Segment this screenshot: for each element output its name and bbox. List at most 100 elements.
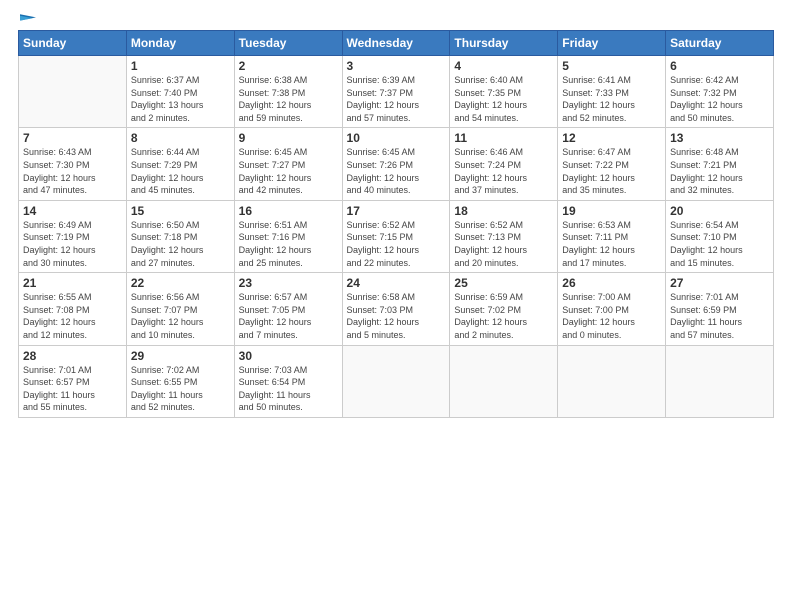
page: SundayMondayTuesdayWednesdayThursdayFrid… <box>0 0 792 612</box>
day-number: 25 <box>454 276 553 290</box>
calendar-cell: 6Sunrise: 6:42 AMSunset: 7:32 PMDaylight… <box>666 56 774 128</box>
calendar-cell <box>342 345 450 417</box>
calendar-table: SundayMondayTuesdayWednesdayThursdayFrid… <box>18 30 774 418</box>
day-info: Sunrise: 7:01 AMSunset: 6:57 PMDaylight:… <box>23 364 122 414</box>
day-number: 22 <box>131 276 230 290</box>
calendar-header-sunday: Sunday <box>19 31 127 56</box>
day-number: 12 <box>562 131 661 145</box>
day-info: Sunrise: 7:00 AMSunset: 7:00 PMDaylight:… <box>562 291 661 341</box>
day-info: Sunrise: 6:47 AMSunset: 7:22 PMDaylight:… <box>562 146 661 196</box>
day-info: Sunrise: 6:46 AMSunset: 7:24 PMDaylight:… <box>454 146 553 196</box>
day-number: 23 <box>239 276 338 290</box>
day-info: Sunrise: 6:45 AMSunset: 7:27 PMDaylight:… <box>239 146 338 196</box>
calendar-cell: 20Sunrise: 6:54 AMSunset: 7:10 PMDayligh… <box>666 200 774 272</box>
day-number: 6 <box>670 59 769 73</box>
calendar-cell: 12Sunrise: 6:47 AMSunset: 7:22 PMDayligh… <box>558 128 666 200</box>
day-number: 28 <box>23 349 122 363</box>
calendar-week-row: 7Sunrise: 6:43 AMSunset: 7:30 PMDaylight… <box>19 128 774 200</box>
calendar-cell: 15Sunrise: 6:50 AMSunset: 7:18 PMDayligh… <box>126 200 234 272</box>
day-number: 2 <box>239 59 338 73</box>
day-info: Sunrise: 6:50 AMSunset: 7:18 PMDaylight:… <box>131 219 230 269</box>
day-info: Sunrise: 6:38 AMSunset: 7:38 PMDaylight:… <box>239 74 338 124</box>
calendar-cell: 24Sunrise: 6:58 AMSunset: 7:03 PMDayligh… <box>342 273 450 345</box>
calendar-week-row: 28Sunrise: 7:01 AMSunset: 6:57 PMDayligh… <box>19 345 774 417</box>
calendar-cell: 22Sunrise: 6:56 AMSunset: 7:07 PMDayligh… <box>126 273 234 345</box>
day-info: Sunrise: 6:44 AMSunset: 7:29 PMDaylight:… <box>131 146 230 196</box>
calendar-cell <box>558 345 666 417</box>
calendar-cell: 29Sunrise: 7:02 AMSunset: 6:55 PMDayligh… <box>126 345 234 417</box>
calendar-header-tuesday: Tuesday <box>234 31 342 56</box>
day-number: 19 <box>562 204 661 218</box>
day-number: 13 <box>670 131 769 145</box>
calendar-cell: 8Sunrise: 6:44 AMSunset: 7:29 PMDaylight… <box>126 128 234 200</box>
day-number: 16 <box>239 204 338 218</box>
calendar-header-row: SundayMondayTuesdayWednesdayThursdayFrid… <box>19 31 774 56</box>
day-number: 7 <box>23 131 122 145</box>
logo <box>18 18 36 20</box>
day-info: Sunrise: 7:03 AMSunset: 6:54 PMDaylight:… <box>239 364 338 414</box>
day-info: Sunrise: 7:01 AMSunset: 6:59 PMDaylight:… <box>670 291 769 341</box>
calendar-cell <box>19 56 127 128</box>
day-info: Sunrise: 6:52 AMSunset: 7:13 PMDaylight:… <box>454 219 553 269</box>
calendar-cell: 10Sunrise: 6:45 AMSunset: 7:26 PMDayligh… <box>342 128 450 200</box>
day-info: Sunrise: 6:48 AMSunset: 7:21 PMDaylight:… <box>670 146 769 196</box>
day-info: Sunrise: 7:02 AMSunset: 6:55 PMDaylight:… <box>131 364 230 414</box>
day-number: 17 <box>347 204 446 218</box>
calendar-cell: 7Sunrise: 6:43 AMSunset: 7:30 PMDaylight… <box>19 128 127 200</box>
calendar-cell: 9Sunrise: 6:45 AMSunset: 7:27 PMDaylight… <box>234 128 342 200</box>
day-info: Sunrise: 6:55 AMSunset: 7:08 PMDaylight:… <box>23 291 122 341</box>
day-info: Sunrise: 6:53 AMSunset: 7:11 PMDaylight:… <box>562 219 661 269</box>
day-info: Sunrise: 6:37 AMSunset: 7:40 PMDaylight:… <box>131 74 230 124</box>
day-info: Sunrise: 6:40 AMSunset: 7:35 PMDaylight:… <box>454 74 553 124</box>
day-info: Sunrise: 6:56 AMSunset: 7:07 PMDaylight:… <box>131 291 230 341</box>
day-number: 24 <box>347 276 446 290</box>
calendar-cell <box>666 345 774 417</box>
calendar-cell: 2Sunrise: 6:38 AMSunset: 7:38 PMDaylight… <box>234 56 342 128</box>
day-number: 9 <box>239 131 338 145</box>
calendar-cell <box>450 345 558 417</box>
day-info: Sunrise: 6:59 AMSunset: 7:02 PMDaylight:… <box>454 291 553 341</box>
calendar-cell: 30Sunrise: 7:03 AMSunset: 6:54 PMDayligh… <box>234 345 342 417</box>
day-info: Sunrise: 6:54 AMSunset: 7:10 PMDaylight:… <box>670 219 769 269</box>
calendar-cell: 17Sunrise: 6:52 AMSunset: 7:15 PMDayligh… <box>342 200 450 272</box>
calendar-cell: 14Sunrise: 6:49 AMSunset: 7:19 PMDayligh… <box>19 200 127 272</box>
day-number: 15 <box>131 204 230 218</box>
day-number: 18 <box>454 204 553 218</box>
calendar-cell: 4Sunrise: 6:40 AMSunset: 7:35 PMDaylight… <box>450 56 558 128</box>
calendar-cell: 25Sunrise: 6:59 AMSunset: 7:02 PMDayligh… <box>450 273 558 345</box>
day-number: 11 <box>454 131 553 145</box>
calendar-cell: 19Sunrise: 6:53 AMSunset: 7:11 PMDayligh… <box>558 200 666 272</box>
calendar-cell: 18Sunrise: 6:52 AMSunset: 7:13 PMDayligh… <box>450 200 558 272</box>
day-number: 14 <box>23 204 122 218</box>
calendar-header-monday: Monday <box>126 31 234 56</box>
day-number: 21 <box>23 276 122 290</box>
logo-flag-icon <box>20 14 36 24</box>
calendar-header-wednesday: Wednesday <box>342 31 450 56</box>
day-number: 30 <box>239 349 338 363</box>
day-number: 5 <box>562 59 661 73</box>
calendar-cell: 27Sunrise: 7:01 AMSunset: 6:59 PMDayligh… <box>666 273 774 345</box>
calendar-cell: 3Sunrise: 6:39 AMSunset: 7:37 PMDaylight… <box>342 56 450 128</box>
day-info: Sunrise: 6:57 AMSunset: 7:05 PMDaylight:… <box>239 291 338 341</box>
calendar-cell: 28Sunrise: 7:01 AMSunset: 6:57 PMDayligh… <box>19 345 127 417</box>
day-info: Sunrise: 6:45 AMSunset: 7:26 PMDaylight:… <box>347 146 446 196</box>
day-info: Sunrise: 6:58 AMSunset: 7:03 PMDaylight:… <box>347 291 446 341</box>
calendar-cell: 16Sunrise: 6:51 AMSunset: 7:16 PMDayligh… <box>234 200 342 272</box>
day-number: 29 <box>131 349 230 363</box>
calendar-cell: 1Sunrise: 6:37 AMSunset: 7:40 PMDaylight… <box>126 56 234 128</box>
day-number: 20 <box>670 204 769 218</box>
day-number: 4 <box>454 59 553 73</box>
day-number: 8 <box>131 131 230 145</box>
calendar-header-thursday: Thursday <box>450 31 558 56</box>
day-number: 1 <box>131 59 230 73</box>
day-number: 26 <box>562 276 661 290</box>
calendar-cell: 23Sunrise: 6:57 AMSunset: 7:05 PMDayligh… <box>234 273 342 345</box>
calendar-week-row: 1Sunrise: 6:37 AMSunset: 7:40 PMDaylight… <box>19 56 774 128</box>
day-info: Sunrise: 6:52 AMSunset: 7:15 PMDaylight:… <box>347 219 446 269</box>
calendar-week-row: 14Sunrise: 6:49 AMSunset: 7:19 PMDayligh… <box>19 200 774 272</box>
day-info: Sunrise: 6:39 AMSunset: 7:37 PMDaylight:… <box>347 74 446 124</box>
calendar-cell: 13Sunrise: 6:48 AMSunset: 7:21 PMDayligh… <box>666 128 774 200</box>
day-info: Sunrise: 6:49 AMSunset: 7:19 PMDaylight:… <box>23 219 122 269</box>
calendar-cell: 26Sunrise: 7:00 AMSunset: 7:00 PMDayligh… <box>558 273 666 345</box>
calendar-header-saturday: Saturday <box>666 31 774 56</box>
